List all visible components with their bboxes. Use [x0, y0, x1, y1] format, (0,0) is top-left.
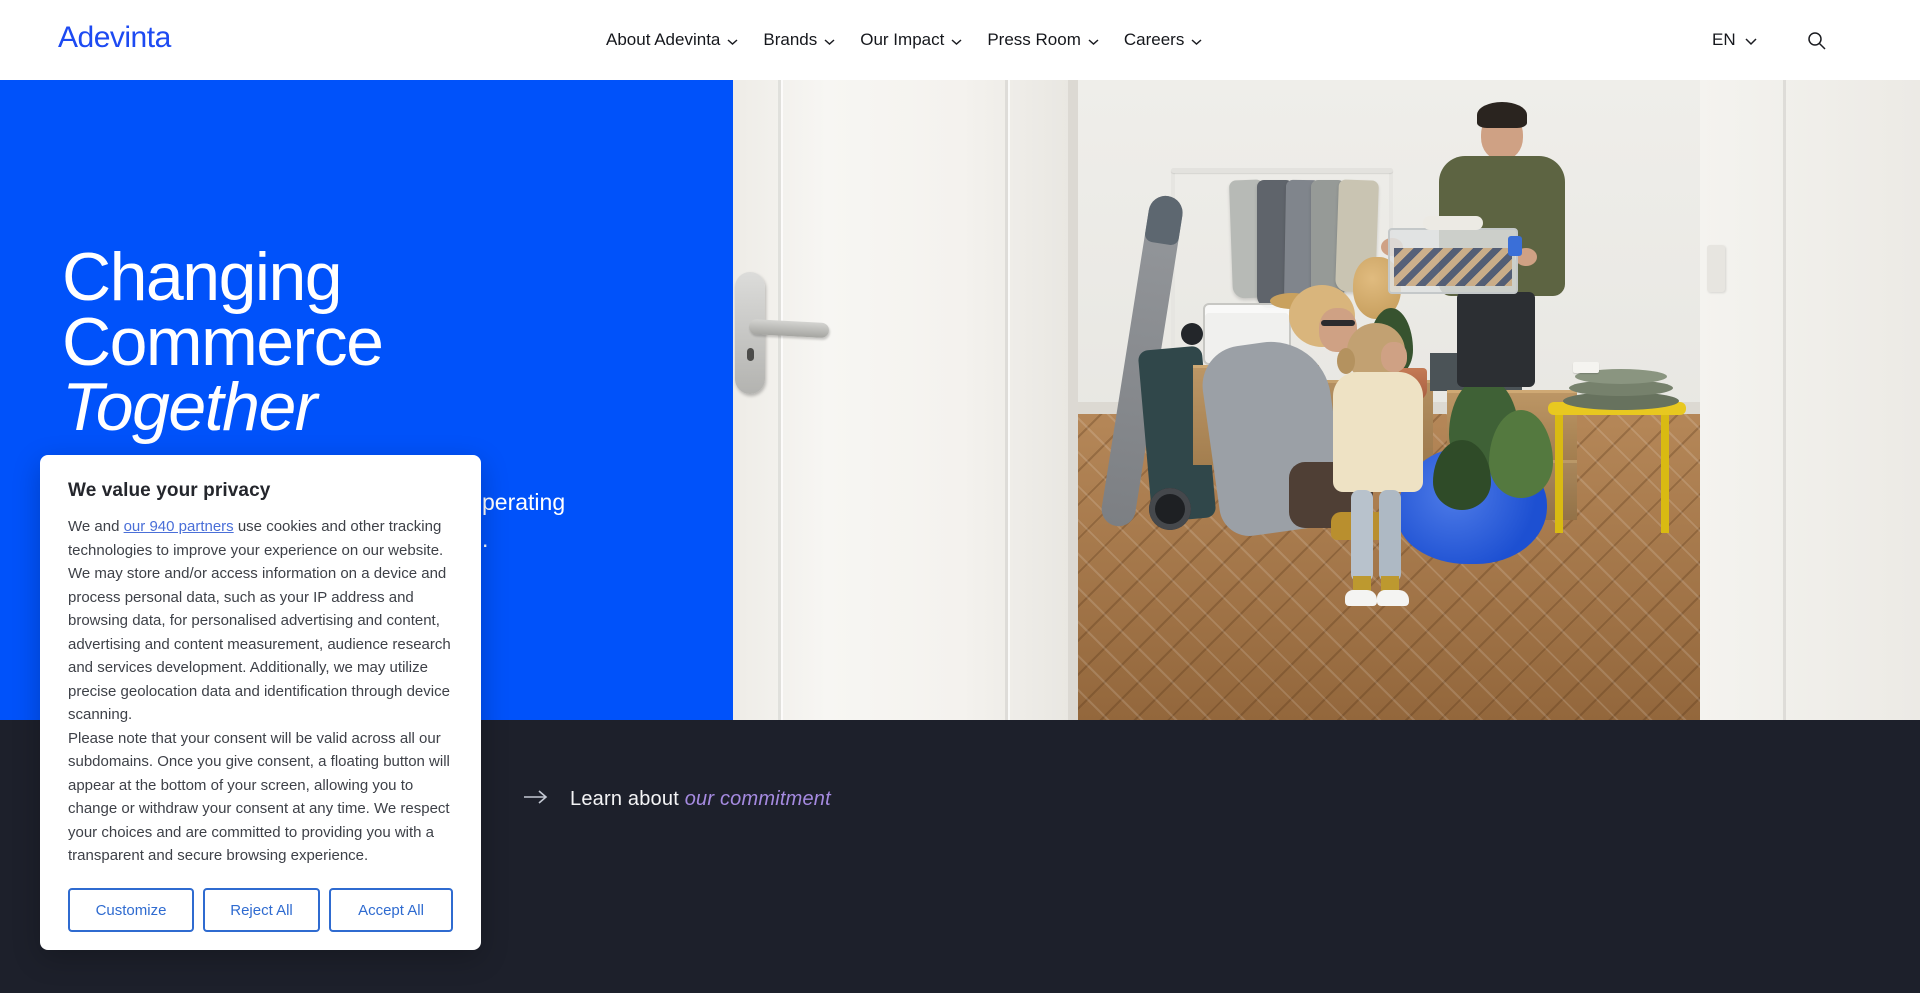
- photo-storage-box-pattern: [1394, 248, 1512, 286]
- photo-girl-sneaker: [1377, 590, 1409, 606]
- hero-photo-family-moving: [733, 80, 1920, 720]
- photo-girl-sneaker: [1345, 590, 1377, 606]
- photo-background-door-handle: [1707, 245, 1725, 292]
- nav-item-label: Brands: [763, 30, 817, 50]
- language-selector[interactable]: EN: [1712, 0, 1757, 80]
- nav-item-label: Our Impact: [860, 30, 944, 50]
- cookie-dialog-title: We value your privacy: [68, 480, 455, 502]
- photo-girl-jeans: [1379, 490, 1401, 582]
- photo-paper-roll: [1423, 216, 1483, 230]
- photo-yellow-table-leg: [1555, 415, 1563, 533]
- chevron-down-icon: [1088, 31, 1099, 51]
- chevron-down-icon: [824, 31, 835, 51]
- photo-dolly-handle: [1181, 323, 1203, 345]
- right-arrow-icon: [523, 789, 549, 810]
- photo-girl-pigtail: [1337, 348, 1355, 374]
- cookie-dialog-buttons: Customize Reject All Accept All: [68, 888, 455, 932]
- hero-heading: Changing Commerce Together: [62, 245, 383, 440]
- photo-white-door: [733, 80, 1078, 720]
- photo-girl-face: [1381, 342, 1407, 372]
- nav-item-about-adevinta[interactable]: About Adevinta: [606, 29, 738, 51]
- cookie-dialog-intro: We and our 940 partners use cookies and …: [68, 515, 455, 727]
- accept-all-button[interactable]: Accept All: [329, 888, 453, 932]
- cookie-intro-prefix: We and: [68, 518, 124, 535]
- photo-girl-sweater: [1333, 372, 1423, 492]
- photo-right-wall: [1700, 80, 1920, 720]
- nav-item-label: About Adevinta: [606, 30, 720, 50]
- photo-door-groove: [778, 80, 781, 720]
- partners-link[interactable]: our 940 partners: [124, 518, 234, 535]
- commitment-link[interactable]: Learn about our commitment: [523, 788, 831, 811]
- adevinta-logo[interactable]: Adevinta: [58, 21, 171, 55]
- photo-man-hair: [1477, 102, 1527, 128]
- hero-heading-line2: Commerce: [62, 310, 383, 375]
- commitment-text-emphasis: our commitment: [685, 788, 831, 810]
- photo-door-keyhole: [747, 348, 754, 361]
- cookie-intro-suffix: use cookies and other tracking technolog…: [68, 518, 451, 723]
- photo-man-trousers: [1457, 292, 1535, 387]
- photo-girl-jeans: [1351, 490, 1373, 582]
- hero-subtitle-fragment-line1: perating: [482, 484, 565, 521]
- main-menu: About Adevinta Brands Our Impact Press R…: [606, 0, 1202, 80]
- photo-door-groove: [1005, 80, 1008, 720]
- photo-yellow-table-leg: [1661, 415, 1669, 533]
- nav-item-press-room[interactable]: Press Room: [987, 29, 1099, 51]
- page: Adevinta About Adevinta Brands Our Impac…: [0, 0, 1920, 993]
- nav-item-label: Press Room: [987, 30, 1081, 50]
- reject-all-button[interactable]: Reject All: [203, 888, 320, 932]
- chevron-down-icon: [727, 31, 738, 51]
- hero-heading-line1: Changing: [62, 245, 383, 310]
- nav-item-careers[interactable]: Careers: [1124, 29, 1202, 51]
- nav-item-our-impact[interactable]: Our Impact: [860, 29, 962, 51]
- chevron-down-icon: [1191, 31, 1202, 51]
- photo-dolly-wheel: [1149, 488, 1191, 530]
- photo-woman-glasses: [1321, 320, 1355, 326]
- photo-clothes-rack-bar: [1171, 168, 1393, 173]
- commitment-text-plain: Learn about: [570, 788, 685, 810]
- nav-item-label: Careers: [1124, 30, 1184, 50]
- hero-subtitle-fragment: perating .: [482, 484, 565, 558]
- commitment-text: Learn about our commitment: [570, 788, 831, 811]
- hero-heading-line3: Together: [62, 375, 383, 440]
- chevron-down-icon: [951, 31, 962, 51]
- customize-button[interactable]: Customize: [68, 888, 194, 932]
- photo-right-doorframe: [1783, 80, 1786, 720]
- cookie-dialog-paragraph2: Please note that your consent will be va…: [68, 727, 455, 868]
- photo-wall-outlet: [1573, 362, 1599, 373]
- photo-storage-box: [1388, 228, 1518, 294]
- photo-storage-box-handle: [1508, 236, 1522, 256]
- hero-subtitle-fragment-line2: .: [482, 521, 565, 558]
- cookie-consent-dialog: We value your privacy We and our 940 par…: [40, 455, 481, 950]
- nav-item-brands[interactable]: Brands: [763, 29, 835, 51]
- chevron-down-icon: [1745, 31, 1757, 51]
- language-label: EN: [1712, 30, 1736, 50]
- top-navigation: Adevinta About Adevinta Brands Our Impac…: [0, 0, 1920, 80]
- search-icon[interactable]: [1806, 30, 1828, 52]
